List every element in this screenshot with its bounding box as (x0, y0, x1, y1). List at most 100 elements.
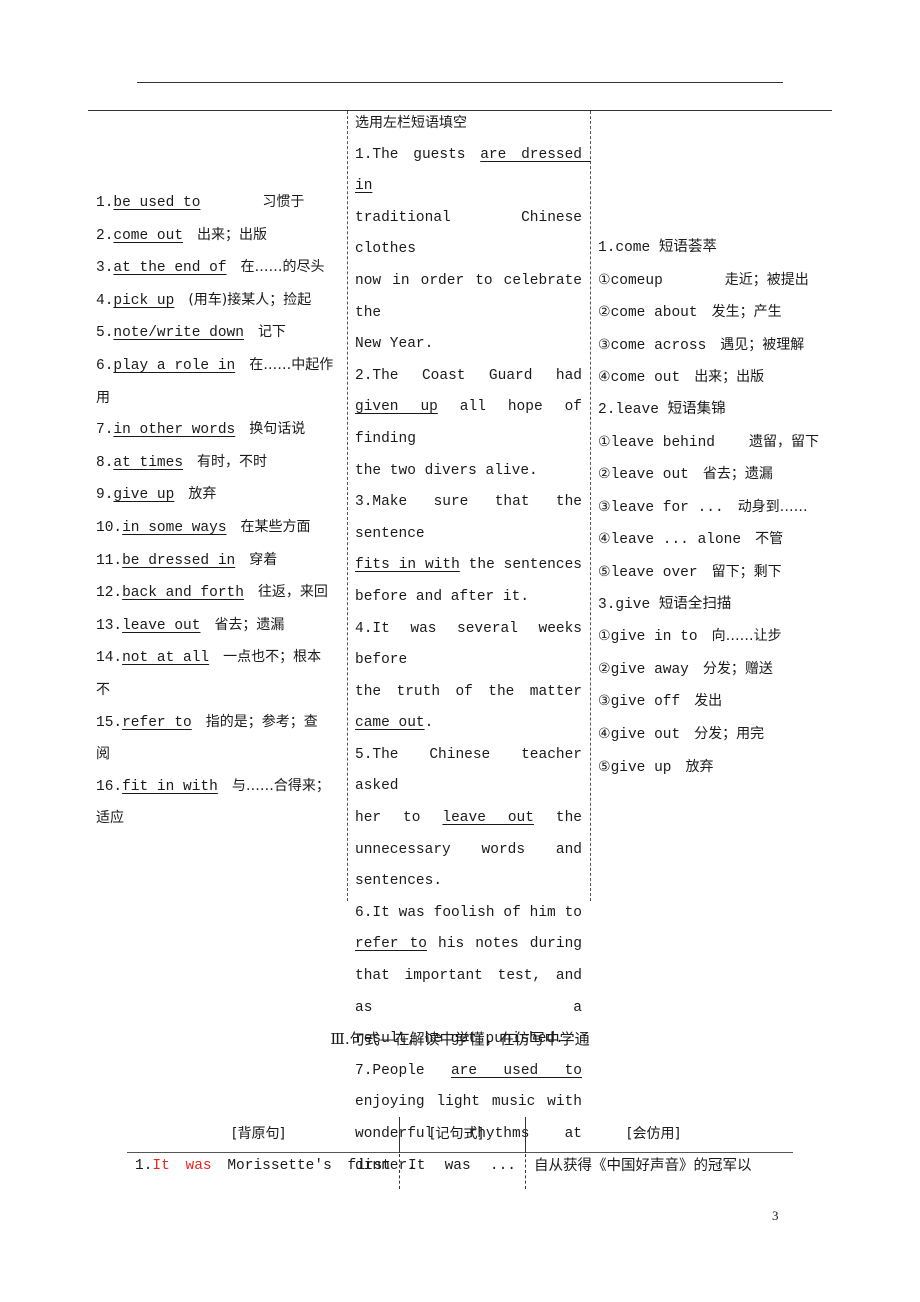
sentence-text: 4.It was several weeks before (355, 620, 591, 669)
sentence-text: enjoying light music with (355, 1094, 582, 1111)
phrase-item: 10.in some ways 在某些方面 (96, 512, 342, 545)
exercise-line: New Year. (355, 329, 582, 361)
sentence-text: before and after it. (355, 588, 530, 605)
meaning: 穿着 (249, 551, 278, 568)
exercise-line: the truth of the matter (355, 677, 582, 709)
meaning: 往返，来回 (257, 584, 328, 601)
sentence-text: his notes during (426, 936, 582, 953)
page-number: 3 (772, 1208, 779, 1223)
group-item: ④come out 出来；出版 (598, 362, 834, 395)
sentence-text: 2.The Coast Guard had (355, 367, 582, 384)
circled-number: ① (598, 433, 611, 450)
exercise-line: enjoying light music with (355, 1087, 582, 1119)
phrase: in other words (113, 422, 236, 439)
group-item: ③come across 遇见；被理解 (598, 330, 834, 363)
phrase: play a role in (113, 357, 236, 374)
column-divider (399, 1154, 400, 1189)
sentence-text: 3.Make sure that the sentence (355, 494, 591, 542)
meaning: 省去；遗漏 (214, 616, 285, 633)
circled-number: ⑤ (598, 563, 611, 580)
item-number: 2. (96, 227, 114, 244)
sentence-text: Morissette's first (227, 1158, 391, 1174)
phrase-item: 2.come out 出来；出版 (96, 220, 342, 253)
circled-number: ⑤ (598, 758, 611, 775)
group-item: ①leave behind 遗留，留下 (598, 427, 834, 460)
circled-number: ② (598, 466, 611, 483)
meaning: 遇见；被理解 (720, 336, 805, 353)
meaning: 指的是；参考；查 (205, 713, 318, 730)
meaning: 有时，不时 (197, 453, 268, 470)
item-number: 10. (96, 519, 123, 536)
group-item: ⑤give up 放弃 (598, 752, 834, 785)
exercise-line: 5.The Chinese teacher asked (355, 740, 582, 803)
highlight-word: It (152, 1158, 170, 1174)
item-number: 11. (96, 552, 123, 569)
column-divider (525, 1117, 526, 1153)
group-item: ①comeup 走近；被提出 (598, 265, 834, 298)
meaning: 放弃 (188, 486, 217, 503)
meaning: 分发；赠送 (702, 660, 773, 677)
meaning: 出来；出版 (694, 369, 765, 386)
section-title: Ⅲ.句式—在解读中学懂，在仿写中学通 (330, 1030, 590, 1048)
exercise-line: unnecessary words and (355, 835, 582, 867)
column-divider (399, 1117, 400, 1153)
sentence-pattern-table: [背原句] [记句式] [会仿用] 1.It was Morissette's … (127, 1117, 793, 1189)
sentence-text: 5.The Chinese teacher asked (355, 746, 591, 795)
circled-number: ① (598, 271, 611, 288)
exercise-line: 1.The guests are dressed in (355, 140, 582, 203)
item-number: 6. (96, 357, 114, 374)
sentence-text: the sentences (459, 557, 582, 574)
highlight-word: was (185, 1158, 212, 1174)
phrase-item: 6.play a role in 在……中起作 (96, 350, 342, 383)
circled-number: ① (598, 628, 611, 645)
item-number: 1. (96, 195, 114, 211)
exercise-line: 2.The Coast Guard had (355, 361, 582, 393)
meaning: 放弃 (685, 758, 714, 775)
phrase-item: 8.at times 有时，不时 (96, 447, 342, 480)
answer-blank: came out (355, 715, 425, 732)
exercise-line: sentences. (355, 866, 582, 898)
meaning: (用车)接某人；捡起 (188, 291, 312, 308)
meaning: 与……合得来； (231, 777, 330, 794)
phrase-item: 4.pick up (用车)接某人；捡起 (96, 285, 342, 318)
item-number: 16. (96, 778, 123, 795)
phrase: leave for ... (610, 499, 724, 516)
phrase: be dressed in (122, 552, 236, 569)
phrase-item: 3.at the end of 在……的尽头 (96, 252, 342, 285)
phrase: refer to (122, 714, 192, 731)
circled-number: ④ (598, 725, 611, 742)
exercise-line: her to leave out the (355, 803, 582, 835)
item-number: 14. (96, 650, 123, 667)
sentence-text: the (533, 810, 582, 827)
phrase-item: 13.leave out 省去；遗漏 (96, 610, 342, 643)
answer-blank: given up (355, 399, 438, 416)
group-item: ②give away 分发；赠送 (598, 654, 834, 687)
exercise-line: given up all hope of finding (355, 392, 582, 455)
sentence-text: the truth of the matter (355, 683, 582, 700)
circled-number: ④ (598, 369, 611, 386)
phrase: pick up (113, 292, 175, 309)
item-number: 5. (96, 325, 114, 342)
phrase: give off (610, 694, 681, 711)
exercise-line: fits in with the sentences (355, 550, 582, 582)
phrase: come out (610, 370, 681, 387)
meaning: 记下 (257, 324, 286, 341)
answer-blank: refer to (355, 936, 427, 953)
exercise-line: 4.It was several weeks before (355, 614, 582, 677)
sentence-text: now in order to celebrate the (355, 272, 591, 321)
phrase-item: 1.be used to 习惯于 (96, 187, 342, 220)
phrase: give up (610, 759, 672, 776)
meaning: 发出 (694, 693, 723, 710)
phrase-item: 14.not at all 一点也不；根本 (96, 642, 342, 675)
sentence-text: . (424, 715, 434, 732)
group-item: ③leave for ... 动身到…… (598, 492, 834, 525)
answer-blank: fits in with (355, 557, 460, 574)
exercise-line: came out. (355, 708, 582, 740)
exercise-line: now in order to celebrate the (355, 266, 582, 329)
group-title: 3.give 短语全扫描 (598, 596, 732, 613)
circled-number: ② (598, 304, 611, 321)
circled-number: ③ (598, 693, 611, 710)
phrase: leave out (122, 617, 201, 634)
group-item: ①give in to 向……让步 (598, 621, 834, 654)
sentence-text: New Year. (355, 336, 434, 353)
